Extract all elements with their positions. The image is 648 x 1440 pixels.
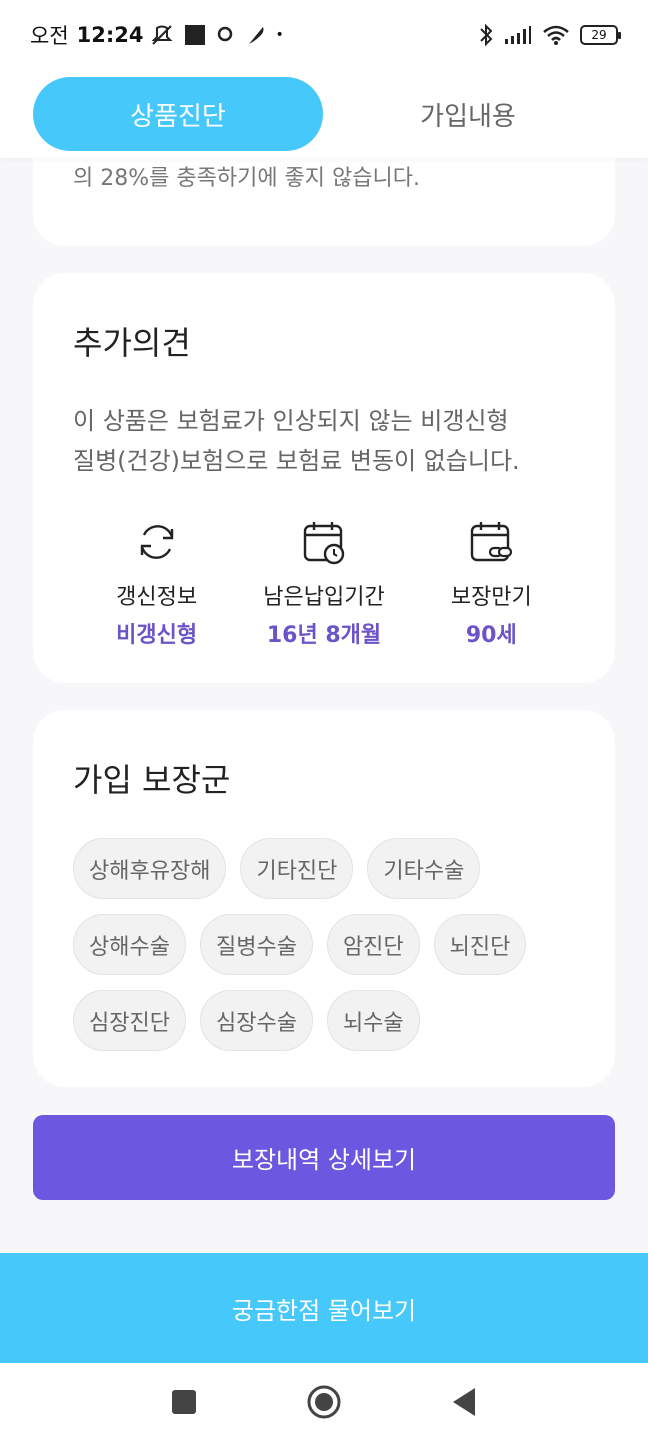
square-icon bbox=[172, 1389, 196, 1414]
renewal-label: 갱신정보 bbox=[116, 585, 198, 610]
battery-icon: 29 bbox=[580, 25, 621, 45]
renewal-value: 비갱신형 bbox=[116, 623, 198, 648]
remaining-payment-value: 16년 8개월 bbox=[266, 623, 382, 648]
calendar-link-icon bbox=[471, 522, 513, 562]
coverage-chip-list: 상해후유장해 기타진단 기타수술 상해수술 질병수술 암진단 뇌진단 심장진단 … bbox=[73, 838, 583, 1051]
coverage-chip: 상해후유장해 bbox=[73, 838, 227, 899]
tab-subscription-details[interactable]: 가입내용 bbox=[323, 77, 613, 151]
back-triangle-icon bbox=[453, 1387, 475, 1416]
diagnosis-summary-text: 의 28%를 충족하기에 좋지 않습니다. bbox=[73, 166, 420, 191]
coverage-chip: 질병수술 bbox=[199, 914, 313, 975]
status-time: 12:24 bbox=[76, 23, 144, 47]
coverage-chip: 뇌수술 bbox=[326, 990, 420, 1051]
coverage-chip: 기타수술 bbox=[367, 838, 481, 899]
stop-icon bbox=[184, 25, 205, 45]
wifi-icon bbox=[543, 25, 569, 45]
signal-icon bbox=[505, 26, 531, 44]
coverage-detail-button[interactable]: 보장내역 상세보기 bbox=[33, 1115, 615, 1200]
feather-icon bbox=[248, 27, 263, 44]
opinion-desc-line-2: 질병(건강)보험으로 보험료 변동이 없습니다. bbox=[73, 447, 520, 475]
ask-question-button[interactable]: 궁금한점 물어보기 bbox=[0, 1253, 648, 1363]
policy-info-row: 갱신정보 비갱신형 남은납입기간 16년 8개월 보장만기 90세 bbox=[33, 519, 615, 649]
tab-bar: 상품진단 가입내용 bbox=[0, 70, 648, 158]
opinion-title: 추가의견 bbox=[73, 324, 191, 362]
coverage-expiry-label: 보장만기 bbox=[450, 585, 532, 610]
home-button[interactable] bbox=[304, 1382, 344, 1422]
refresh-icon bbox=[140, 525, 173, 559]
coverage-chip: 기타진단 bbox=[240, 838, 354, 899]
bluetooth-icon bbox=[480, 23, 493, 47]
coverage-chip: 심장진단 bbox=[73, 990, 186, 1051]
coverage-expiry-info: 보장만기 90세 bbox=[411, 519, 571, 649]
tab-product-diagnosis[interactable]: 상품진단 bbox=[33, 77, 323, 151]
coverage-chip: 심장수술 bbox=[199, 990, 313, 1051]
coverage-chip: 상해수술 bbox=[73, 914, 186, 975]
renewal-info: 갱신정보 비갱신형 bbox=[77, 519, 237, 649]
calendar-clock-icon bbox=[303, 522, 345, 565]
system-nav-bar bbox=[0, 1363, 648, 1440]
remaining-payment-info: 남은납입기간 16년 8개월 bbox=[244, 519, 404, 649]
coverage-group-title: 가입 보장군 bbox=[73, 761, 231, 799]
coverage-chip: 암진단 bbox=[326, 914, 420, 975]
opinion-card: 추가의견 이 상품은 보험료가 인상되지 않는 비갱신형 질병(건강)보험으로 … bbox=[33, 273, 615, 683]
coverage-chip: 뇌진단 bbox=[433, 914, 527, 975]
mute-icon bbox=[151, 25, 172, 45]
remaining-payment-label: 남은납입기간 bbox=[263, 585, 385, 610]
coverage-group-card: 가입 보장군 상해후유장해 기타진단 기타수술 상해수술 질병수술 암진단 뇌진… bbox=[33, 710, 615, 1087]
battery-level: 29 bbox=[591, 28, 607, 42]
home-circle-icon bbox=[307, 1385, 341, 1418]
opinion-description: 이 상품은 보험료가 인상되지 않는 비갱신형 질병(건강)보험으로 보험료 변… bbox=[73, 401, 583, 481]
dot-icon: • bbox=[275, 27, 284, 43]
coverage-expiry-value: 90세 bbox=[465, 623, 517, 648]
back-button[interactable] bbox=[444, 1382, 484, 1422]
recent-apps-button[interactable] bbox=[164, 1382, 204, 1422]
status-ampm: 오전 bbox=[30, 24, 69, 48]
opinion-desc-line-1: 이 상품은 보험료가 인상되지 않는 비갱신형 bbox=[73, 407, 509, 435]
search-status-icon bbox=[217, 26, 232, 42]
status-bar: 오전 12:24 • 29 bbox=[0, 0, 648, 70]
